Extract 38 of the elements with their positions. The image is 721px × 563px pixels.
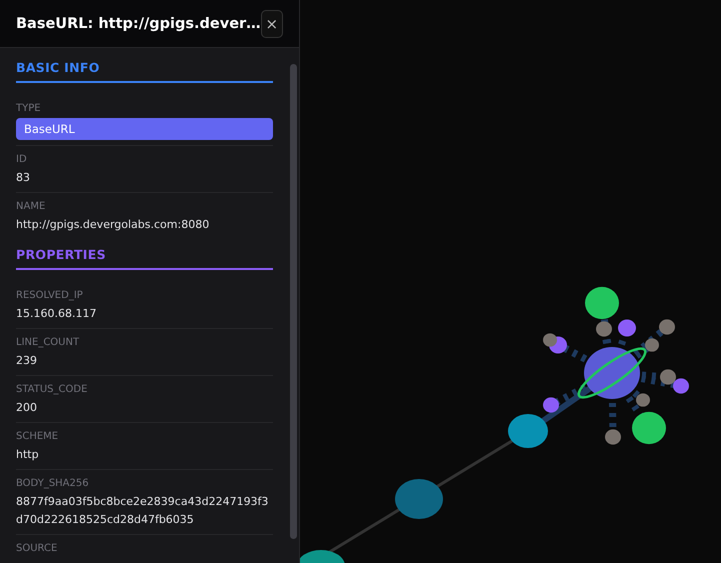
- field-label: SOURCE: [16, 542, 58, 555]
- graph-node[interactable]: [543, 333, 557, 347]
- graph-node[interactable]: [543, 397, 559, 413]
- field-value: 15.160.68.117: [16, 306, 98, 322]
- field-label: STATUS_CODE: [16, 383, 88, 396]
- section-heading: PROPERTIES: [16, 247, 273, 270]
- graph-node[interactable]: [618, 319, 636, 337]
- field-value: 200: [16, 400, 38, 416]
- field-value: 239: [16, 353, 38, 369]
- field-label: SCHEME: [16, 430, 60, 443]
- field-label: RESOLVED_IP: [16, 289, 84, 302]
- field-label: LINE_COUNT: [16, 336, 80, 349]
- type-badge: BaseURL: [16, 118, 273, 140]
- graph-node[interactable]: [659, 319, 675, 335]
- graph-node[interactable]: [645, 338, 659, 352]
- field-label: NAME: [16, 200, 46, 213]
- graph-node[interactable]: [300, 550, 345, 563]
- graph-node[interactable]: [596, 321, 612, 337]
- field-label: ID: [16, 153, 28, 166]
- graph-node[interactable]: [673, 378, 689, 394]
- graph-node[interactable]: [636, 393, 650, 407]
- graph-node[interactable]: [584, 347, 640, 399]
- graph-node[interactable]: [660, 369, 676, 385]
- field-label: BODY_SHA256: [16, 477, 90, 490]
- field-label: TYPE: [16, 102, 42, 115]
- field-value: 83: [16, 170, 31, 186]
- field-value: http://gpigs.devergolabs.com:8080: [16, 217, 210, 233]
- close-button[interactable]: ×: [260, 10, 283, 38]
- panel-title: BaseURL: http://gpigs.dever…: [16, 16, 261, 32]
- field-value: 8877f9aa03f5bc8bce2e2839ca43d2247193f3d70d222618525cd28d47fb6035: [16, 494, 270, 528]
- field-value: http: [16, 447, 40, 463]
- graph-node[interactable]: [605, 429, 621, 445]
- section-heading: BASIC INFO: [16, 60, 273, 83]
- graph-node[interactable]: [585, 286, 619, 320]
- selection-ring: [578, 347, 646, 399]
- graph-node[interactable]: [395, 479, 443, 519]
- graph-node[interactable]: [508, 414, 548, 448]
- graph-node[interactable]: [632, 412, 666, 444]
